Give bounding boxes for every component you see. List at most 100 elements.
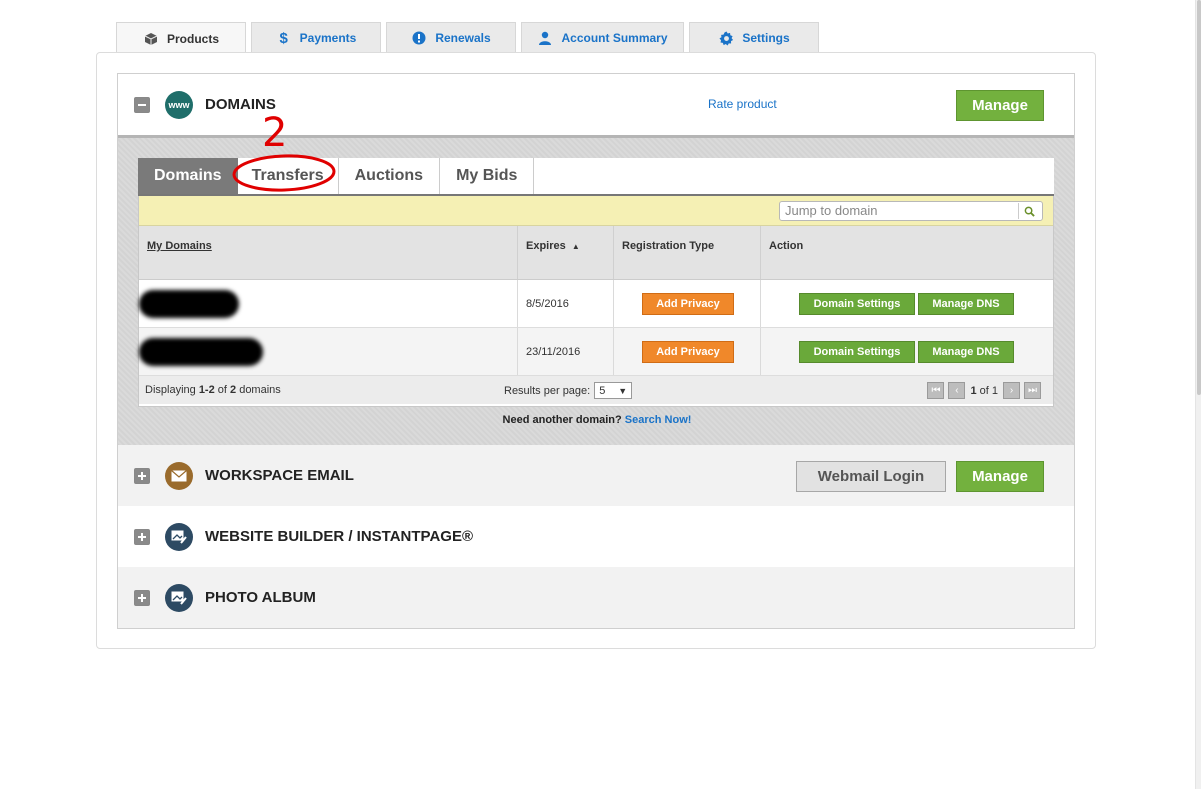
tab-settings-label: Settings [742, 31, 790, 45]
tab-account-summary[interactable]: Account Summary [521, 22, 684, 53]
tab-renewals-label: Renewals [435, 31, 491, 45]
product-title: WORKSPACE EMAIL [205, 467, 354, 484]
product-website-builder-header: WEBSITE BUILDER / INSTANTPAGE® [118, 506, 1074, 567]
redacted-domain [139, 337, 263, 366]
displaying-prefix: Displaying [145, 384, 199, 396]
column-registration-type: Registration Type [614, 226, 761, 279]
product-title: DOMAINS [205, 96, 276, 113]
domain-name-cell [139, 280, 518, 327]
search-icon[interactable] [1018, 203, 1040, 219]
displaying-of: of [214, 384, 231, 396]
www-icon-text: www [168, 99, 190, 110]
expires-cell: 23/11/2016 [518, 328, 614, 375]
expand-icon[interactable] [134, 589, 150, 606]
results-per-page-label: Results per page: [504, 384, 591, 397]
tab-payments[interactable]: $ Payments [251, 22, 381, 53]
tab-settings[interactable]: Settings [689, 22, 819, 53]
dollar-icon: $ [279, 29, 288, 47]
table-row: 8/5/2016 Add Privacy Domain Settings Man… [139, 280, 1053, 328]
product-domains-header: www DOMAINS Rate product Manage [118, 74, 1074, 135]
manage-dns-button[interactable]: Manage DNS [918, 292, 1014, 315]
product-photo-album: PHOTO ALBUM [117, 567, 1075, 629]
last-page-icon[interactable]: ⏭ [1024, 382, 1041, 399]
envelope-icon [165, 461, 193, 490]
table-row: 23/11/2016 Add Privacy Domain Settings M… [139, 328, 1053, 376]
expand-icon[interactable] [134, 528, 150, 545]
next-page-icon[interactable]: › [1003, 382, 1020, 399]
page-of: of 1 [979, 384, 998, 397]
domain-name-cell [139, 328, 518, 375]
www-icon: www [165, 90, 193, 119]
need-another-domain: Need another domain? Search Now! [118, 414, 1076, 426]
product-photo-album-header: PHOTO ALBUM [118, 567, 1074, 628]
search-now-link[interactable]: Search Now! [625, 414, 692, 426]
tab-account-summary-label: Account Summary [561, 31, 668, 45]
email-manage-button[interactable]: Manage [956, 461, 1044, 492]
jump-to-domain-input[interactable]: Jump to domain [779, 201, 1043, 221]
page-indicator: 1 of 1 [970, 385, 998, 397]
product-domains: www DOMAINS Rate product Manage Domains … [117, 73, 1075, 447]
expires-cell: 8/5/2016 [518, 280, 614, 327]
domain-settings-button[interactable]: Domain Settings [799, 292, 915, 315]
tab-auctions[interactable]: Auctions [339, 158, 441, 194]
tab-payments-label: Payments [299, 31, 357, 45]
user-icon [537, 30, 553, 46]
tab-transfers[interactable]: Transfers [238, 158, 339, 194]
pagination: ⏮ ‹ 1 of 1 › ⏭ [925, 382, 1043, 399]
registration-type-cell: Add Privacy [614, 280, 761, 327]
column-action: Action [769, 240, 804, 252]
tab-products[interactable]: Products [116, 22, 246, 54]
scrollbar-thumb[interactable] [1197, 0, 1201, 395]
results-per-page: Results per page: 5 ▼ [504, 382, 633, 399]
product-title: WEBSITE BUILDER / INSTANTPAGE® [205, 528, 474, 545]
results-per-page-select[interactable]: 5 ▼ [594, 382, 633, 399]
domains-grid: Jump to domain My Domains Expires ▲ Regi… [138, 196, 1054, 407]
column-my-domains[interactable]: My Domains [139, 226, 518, 279]
redacted-domain [139, 289, 239, 318]
webmail-login-button[interactable]: Webmail Login [796, 461, 946, 492]
displaying-count: Displaying 1-2 of 2 domains [145, 384, 281, 396]
first-page-icon[interactable]: ⏮ [927, 382, 945, 399]
collapse-icon[interactable] [134, 96, 150, 113]
dropdown-arrow-icon: ▼ [618, 385, 628, 396]
product-website-builder: WEBSITE BUILDER / INSTANTPAGE® [117, 506, 1075, 568]
add-privacy-button[interactable]: Add Privacy [642, 340, 734, 363]
product-title: PHOTO ALBUM [205, 589, 316, 606]
domains-manage-button[interactable]: Manage [956, 90, 1044, 121]
product-workspace-email: WORKSPACE EMAIL Webmail Login Manage [117, 445, 1075, 507]
tab-renewals[interactable]: Renewals [386, 22, 516, 53]
tab-products-label: Products [166, 31, 219, 46]
tab-my-bids[interactable]: My Bids [440, 158, 535, 194]
page-current: 1 [970, 384, 977, 397]
grid-search-bar: Jump to domain [139, 196, 1053, 226]
photo-album-icon [165, 583, 193, 612]
gear-icon [718, 30, 734, 46]
action-cell: Domain Settings Manage DNS [761, 328, 1053, 375]
column-expires-label: Expires [526, 240, 566, 252]
top-tab-bar: Products $ Payments Renewals Account Sum… [116, 22, 824, 54]
displaying-suffix: domains [236, 384, 281, 396]
action-cell: Domain Settings Manage DNS [761, 280, 1053, 327]
tab-domains[interactable]: Domains [138, 158, 238, 194]
grid-header-row: My Domains Expires ▲ Registration Type A… [139, 226, 1053, 280]
manage-dns-button[interactable]: Manage DNS [918, 340, 1014, 363]
rate-product-link[interactable]: Rate product [708, 97, 777, 111]
scrollbar[interactable] [1195, 0, 1201, 789]
domains-inner-tab-bar: Domains Transfers Auctions My Bids [138, 158, 1054, 196]
domains-expanded-area: Domains Transfers Auctions My Bids Jump … [118, 135, 1074, 446]
registration-type-cell: Add Privacy [614, 328, 761, 375]
builder-icon [165, 522, 193, 551]
add-privacy-button[interactable]: Add Privacy [642, 292, 734, 315]
expand-icon[interactable] [134, 467, 150, 484]
per-page-value: 5 [599, 384, 606, 397]
domain-settings-button[interactable]: Domain Settings [799, 340, 915, 363]
jump-to-domain-placeholder: Jump to domain [785, 203, 878, 218]
sort-up-icon: ▲ [571, 242, 580, 251]
grid-footer: Displaying 1-2 of 2 domains Results per … [139, 376, 1053, 404]
need-another-text: Need another domain? [502, 414, 622, 426]
exclamation-icon [411, 30, 427, 46]
product-workspace-email-header: WORKSPACE EMAIL Webmail Login Manage [118, 445, 1074, 506]
page: Products $ Payments Renewals Account Sum… [0, 0, 1201, 789]
prev-page-icon[interactable]: ‹ [948, 382, 966, 399]
column-expires[interactable]: Expires ▲ [518, 226, 614, 279]
